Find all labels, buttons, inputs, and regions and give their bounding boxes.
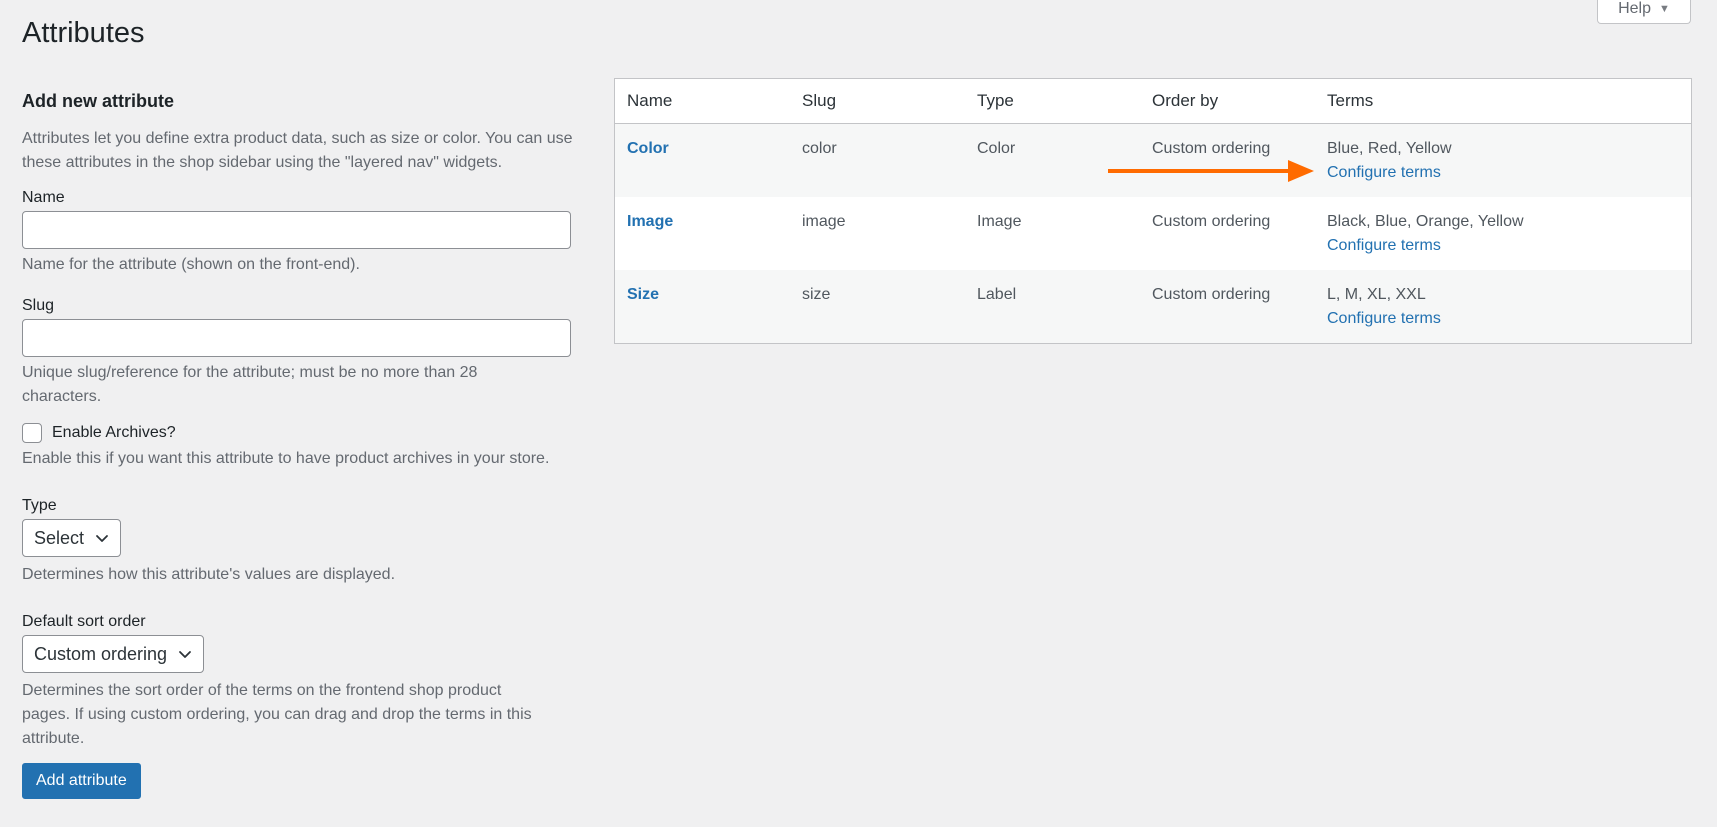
add-attribute-button[interactable]: Add attribute [22,763,141,800]
column-header-terms: Terms [1315,79,1691,124]
form-intro-text: Attributes let you define extra product … [22,130,573,172]
configure-terms-link[interactable]: Configure terms [1327,161,1679,185]
chevron-down-icon [96,535,108,543]
name-field-label: Name [22,189,65,207]
configure-terms-link[interactable]: Configure terms [1327,234,1679,258]
cell-order-by: Custom ordering [1140,123,1315,197]
help-label: Help [1618,0,1651,17]
column-header-order-by: Order by [1140,79,1315,124]
cell-slug: image [802,213,846,230]
attributes-table: Name Slug Type Order by Terms Color colo… [615,79,1691,343]
attributes-page: Help ▼ Attributes Add new attribute Attr… [0,0,1717,827]
attribute-name-link[interactable]: Color [627,140,669,157]
sort-order-field-group: Default sort order Custom ordering Deter… [22,611,597,751]
name-input[interactable] [22,211,571,250]
name-field-help: Name for the attribute (shown on the fro… [22,256,360,274]
type-select-value: Select [34,527,85,548]
table-row: Size size Label Custom ordering L, M, XL… [615,270,1691,343]
enable-archives-checkbox[interactable] [22,423,42,444]
table-row: Image image Image Custom ordering Black,… [615,197,1691,270]
enable-archives-label[interactable]: Enable Archives? [52,424,176,442]
archives-field-group: Enable Archives? Enable this if you want… [22,423,597,471]
sort-order-field-label: Default sort order [22,613,146,631]
cell-name: Size [615,270,790,343]
type-field-help: Determines how this attribute's values a… [22,566,396,584]
type-field-group: Type Select Determines how this attribut… [22,495,597,587]
archives-field-help: Enable this if you want this attribute t… [22,450,550,468]
table-header-row: Name Slug Type Order by Terms [615,79,1691,124]
cell-terms: Black, Blue, Orange, Yellow Configure te… [1315,197,1691,270]
form-section-title: Add new attribute [22,91,174,111]
cell-slug: color [790,123,965,197]
column-header-slug: Slug [790,79,965,124]
attribute-name-link[interactable]: Size [627,286,659,303]
cell-order-by: Custom ordering [1152,213,1271,230]
help-tab-button[interactable]: Help ▼ [1597,0,1691,24]
terms-list: L, M, XL, XXL [1327,286,1426,303]
sort-order-field-help: Determines the sort order of the terms o… [22,682,532,748]
cell-terms: Blue, Red, Yellow Configure terms [1315,123,1691,197]
cell-type: Label [965,270,1140,343]
page-title: Attributes [22,17,145,49]
column-header-name: Name [615,79,790,124]
cell-type: Color [965,123,1140,197]
table-row: Color color Color Custom ordering Blue, … [615,123,1691,197]
terms-list: Black, Blue, Orange, Yellow [1327,213,1524,230]
caret-down-icon: ▼ [1659,2,1670,15]
cell-slug: size [790,270,965,343]
cell-order-by: Custom ordering [1140,270,1315,343]
slug-field-group: Slug Unique slug/reference for the attri… [22,295,597,409]
cell-terms: L, M, XL, XXL Configure terms [1315,270,1691,343]
archives-checkbox-row: Enable Archives? [22,423,597,444]
type-field-label: Type [22,497,57,515]
attributes-table-container: Name Slug Type Order by Terms Color colo… [614,78,1692,344]
slug-field-label: Slug [22,297,55,315]
sort-order-select-value: Custom ordering [34,643,168,664]
slug-field-help: Unique slug/reference for the attribute;… [22,364,478,406]
chevron-down-icon [179,651,191,659]
cell-type: Image [977,213,1022,230]
type-select[interactable]: Select [22,519,122,558]
cell-name: Image [615,197,790,270]
terms-list: Blue, Red, Yellow [1327,140,1452,157]
configure-terms-link[interactable]: Configure terms [1327,307,1679,331]
sort-order-select[interactable]: Custom ordering [22,635,205,674]
slug-input[interactable] [22,319,571,358]
cell-name: Color [615,123,790,197]
add-attribute-form: Add new attribute Attributes let you def… [22,90,597,800]
column-header-type: Type [965,79,1140,124]
attribute-name-link[interactable]: Image [627,213,673,230]
name-field-group: Name Name for the attribute (shown on th… [22,187,597,277]
